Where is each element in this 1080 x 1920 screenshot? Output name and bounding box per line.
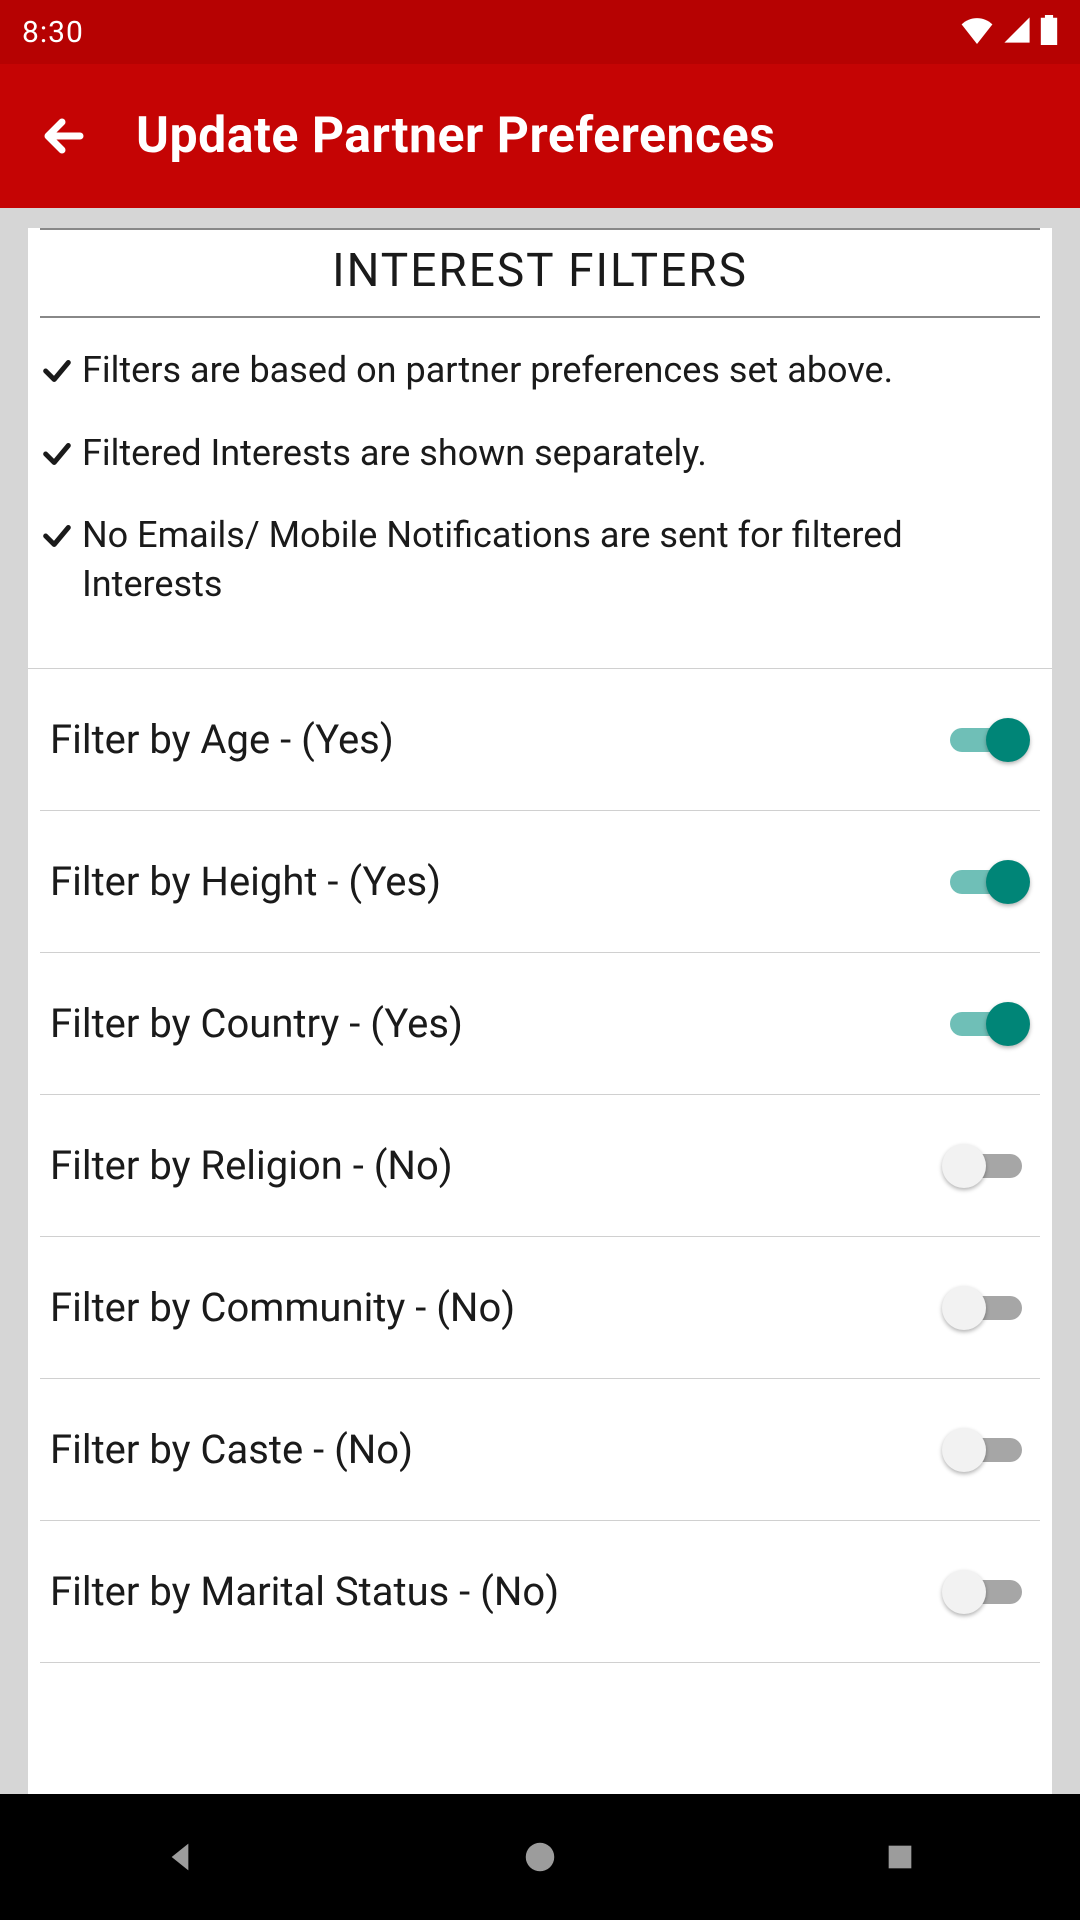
- filter-list: Filter by Age - (Yes) Filter by Height -…: [28, 668, 1052, 1663]
- navigation-bar: [0, 1794, 1080, 1920]
- toggle-thumb: [986, 1002, 1030, 1046]
- filter-label: Filter by Religion - (No): [50, 1142, 453, 1189]
- section-title: INTEREST FILTERS: [40, 244, 1040, 298]
- filter-toggle-height[interactable]: [942, 854, 1030, 910]
- info-note: No Emails/ Mobile Notifications are sent…: [40, 511, 1040, 608]
- arrow-left-icon: [40, 112, 88, 160]
- filter-label: Filter by Caste - (No): [50, 1426, 413, 1473]
- nav-home-button[interactable]: [455, 1817, 625, 1897]
- filter-row-country[interactable]: Filter by Country - (Yes): [40, 953, 1040, 1095]
- info-note-text: Filters are based on partner preferences…: [82, 346, 1040, 395]
- filter-toggle-age[interactable]: [942, 712, 1030, 768]
- filter-toggle-caste[interactable]: [942, 1422, 1030, 1478]
- info-notes: Filters are based on partner preferences…: [28, 318, 1052, 668]
- section-header: INTEREST FILTERS: [40, 228, 1040, 318]
- filter-label: Filter by Marital Status - (No): [50, 1568, 559, 1615]
- toggle-thumb: [986, 860, 1030, 904]
- circle-home-icon: [521, 1838, 559, 1876]
- nav-recent-button[interactable]: [815, 1817, 985, 1897]
- filter-toggle-country[interactable]: [942, 996, 1030, 1052]
- filter-label: Filter by Age - (Yes): [50, 716, 394, 763]
- toggle-thumb: [942, 1428, 986, 1472]
- toggle-thumb: [986, 718, 1030, 762]
- back-button[interactable]: [28, 100, 100, 172]
- app-bar: Update Partner Preferences: [0, 64, 1080, 208]
- wifi-icon: [960, 16, 994, 48]
- status-time: 8:30: [22, 15, 84, 50]
- filter-label: Filter by Country - (Yes): [50, 1000, 463, 1047]
- filter-row-community[interactable]: Filter by Community - (No): [40, 1237, 1040, 1379]
- filter-row-religion[interactable]: Filter by Religion - (No): [40, 1095, 1040, 1237]
- status-bar: 8:30: [0, 0, 1080, 64]
- toggle-thumb: [942, 1286, 986, 1330]
- page-title: Update Partner Preferences: [136, 107, 775, 165]
- filter-toggle-community[interactable]: [942, 1280, 1030, 1336]
- check-icon: [40, 517, 74, 551]
- filter-toggle-religion[interactable]: [942, 1138, 1030, 1194]
- content: INTEREST FILTERS Filters are based on pa…: [0, 208, 1080, 1794]
- filter-label: Filter by Community - (No): [50, 1284, 515, 1331]
- info-note: Filtered Interests are shown separately.: [40, 429, 1040, 478]
- cell-signal-icon: [1002, 16, 1032, 48]
- filter-row-marital-status[interactable]: Filter by Marital Status - (No): [40, 1521, 1040, 1663]
- filter-row-height[interactable]: Filter by Height - (Yes): [40, 811, 1040, 953]
- check-icon: [40, 435, 74, 469]
- filter-row-caste[interactable]: Filter by Caste - (No): [40, 1379, 1040, 1521]
- info-note: Filters are based on partner preferences…: [40, 346, 1040, 395]
- card: INTEREST FILTERS Filters are based on pa…: [28, 228, 1052, 1794]
- info-note-text: Filtered Interests are shown separately.: [82, 429, 1040, 478]
- toggle-thumb: [942, 1144, 986, 1188]
- triangle-back-icon: [160, 1837, 200, 1877]
- toggle-thumb: [942, 1570, 986, 1614]
- info-note-text: No Emails/ Mobile Notifications are sent…: [82, 511, 1040, 608]
- battery-icon: [1040, 15, 1058, 49]
- nav-back-button[interactable]: [95, 1817, 265, 1897]
- screen: 8:30 Update Partner Preferences INTEREST…: [0, 0, 1080, 1920]
- status-icons: [960, 15, 1058, 49]
- square-recent-icon: [883, 1840, 917, 1874]
- check-icon: [40, 352, 74, 386]
- filter-label: Filter by Height - (Yes): [50, 858, 441, 905]
- filter-row-age[interactable]: Filter by Age - (Yes): [40, 669, 1040, 811]
- filter-toggle-marital-status[interactable]: [942, 1564, 1030, 1620]
